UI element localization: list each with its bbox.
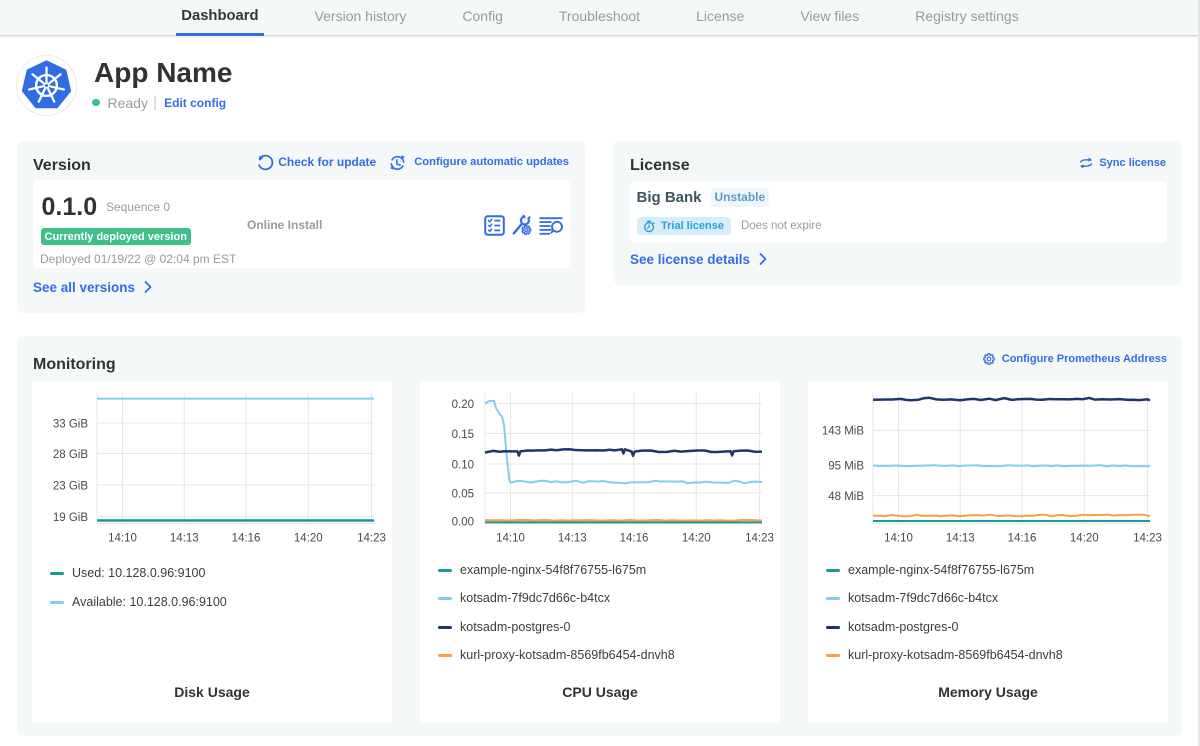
svg-text:14:20: 14:20 — [294, 533, 323, 545]
svg-text:14:10: 14:10 — [496, 533, 525, 545]
svg-text:14:20: 14:20 — [682, 533, 711, 545]
svg-text:14:16: 14:16 — [232, 533, 261, 545]
svg-text:0.00: 0.00 — [452, 516, 474, 528]
svg-text:14:23: 14:23 — [745, 533, 774, 545]
svg-text:0.05: 0.05 — [452, 488, 474, 500]
svg-text:14:16: 14:16 — [620, 533, 649, 545]
svg-text:14:13: 14:13 — [946, 533, 975, 545]
svg-text:14:20: 14:20 — [1070, 533, 1099, 545]
svg-text:48 MiB: 48 MiB — [828, 491, 864, 503]
svg-text:14:10: 14:10 — [884, 533, 913, 545]
svg-text:143 MiB: 143 MiB — [822, 426, 865, 438]
svg-text:95 MiB: 95 MiB — [828, 460, 864, 472]
svg-text:14:23: 14:23 — [357, 533, 386, 545]
svg-text:14:23: 14:23 — [1133, 533, 1162, 545]
svg-text:14:10: 14:10 — [108, 533, 137, 545]
svg-text:14:13: 14:13 — [558, 533, 587, 545]
svg-text:14:13: 14:13 — [170, 533, 199, 545]
svg-text:0.10: 0.10 — [452, 459, 474, 471]
svg-text:33 GiB: 33 GiB — [53, 418, 88, 430]
svg-text:23 GiB: 23 GiB — [53, 480, 88, 492]
svg-text:0.20: 0.20 — [452, 399, 474, 411]
svg-text:0.15: 0.15 — [452, 429, 474, 441]
svg-text:28 GiB: 28 GiB — [53, 449, 88, 461]
svg-text:19 GiB: 19 GiB — [53, 512, 88, 524]
svg-text:14:16: 14:16 — [1008, 533, 1037, 545]
